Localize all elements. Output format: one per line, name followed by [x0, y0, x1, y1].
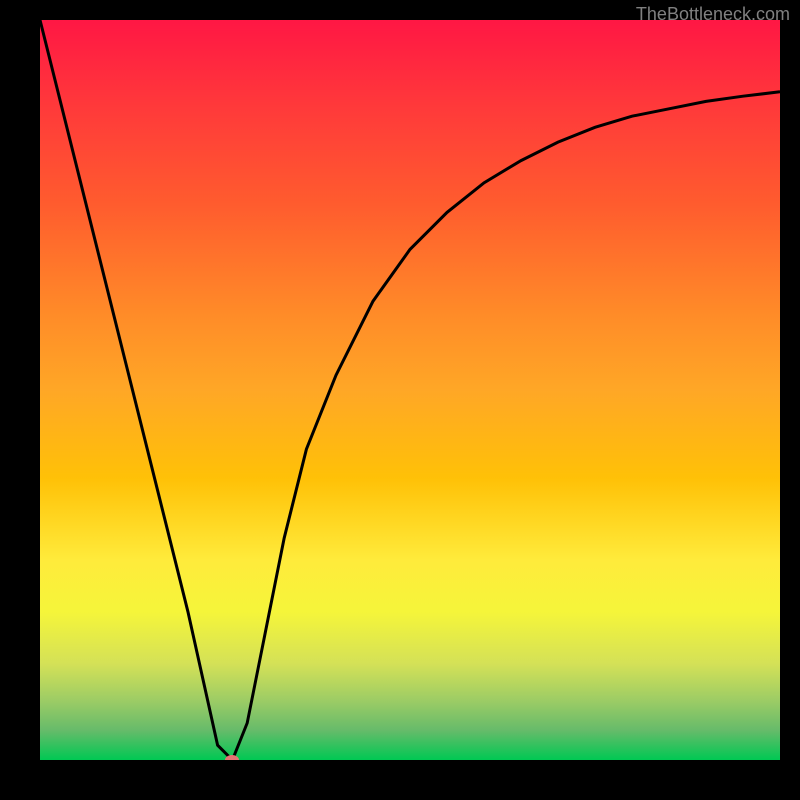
left-axis-border [0, 0, 40, 800]
right-border [780, 0, 800, 800]
watermark-text: TheBottleneck.com [636, 4, 790, 25]
bottom-axis-border [0, 760, 800, 800]
bottleneck-curve [40, 20, 780, 760]
chart-container: TheBottleneck.com [0, 0, 800, 800]
